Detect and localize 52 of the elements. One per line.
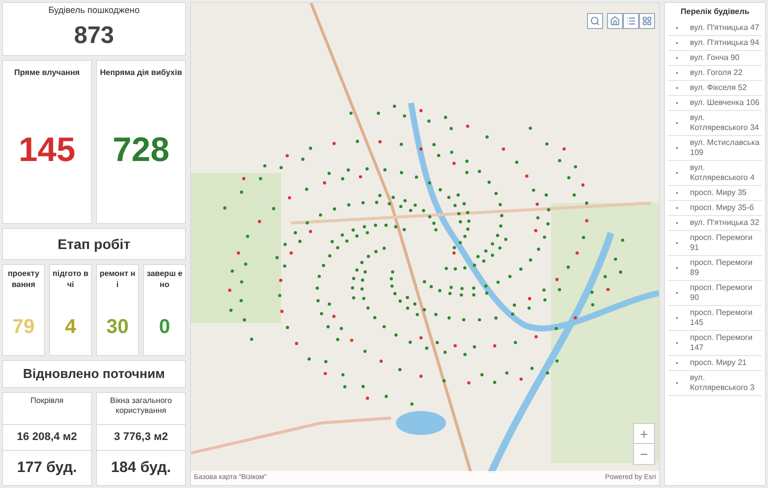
card-title: Непряма дія вибухів <box>100 67 182 79</box>
building-item[interactable]: просп. Перемоги 91 <box>668 231 762 256</box>
card-title: Пряме влучання <box>14 67 80 79</box>
building-item[interactable]: просп. Миру 35 <box>668 186 762 201</box>
stage-value: 0 <box>158 315 170 340</box>
building-item[interactable]: вул. Шевченка 106 <box>668 96 762 111</box>
stage-label: заверш ено <box>146 268 182 290</box>
home-button[interactable] <box>607 13 623 29</box>
zoom-in-button[interactable]: + <box>634 424 654 444</box>
stage-value: 79 <box>12 315 35 340</box>
building-item[interactable]: вул. П'ятницька 47 <box>668 21 762 36</box>
basemap-button[interactable] <box>639 13 655 29</box>
building-item[interactable]: просп. Перемоги 147 <box>668 331 762 356</box>
building-item[interactable]: вул. Котляревського 3 <box>668 371 762 396</box>
building-item[interactable]: вул. П'ятницька 32 <box>668 216 762 231</box>
building-item[interactable]: просп. Миру 35-б <box>668 201 762 216</box>
damage-value: 145 <box>18 130 76 171</box>
zoom-out-button[interactable]: − <box>634 444 654 464</box>
stage-value: 4 <box>64 315 76 340</box>
search-icon <box>590 16 600 26</box>
building-item[interactable]: просп. Перемоги 145 <box>668 306 762 331</box>
grid-icon <box>642 16 652 26</box>
building-item[interactable]: вул. Мстиславська 109 <box>668 136 762 161</box>
building-item[interactable]: просп. Перемоги 90 <box>668 281 762 306</box>
card-title: Будівель пошкоджено <box>48 4 140 18</box>
building-item[interactable]: просп. Перемоги 89 <box>668 256 762 281</box>
column-title: Вікна загального користування <box>109 396 173 417</box>
search-button[interactable] <box>587 13 603 29</box>
home-icon <box>610 16 620 26</box>
stage-label: проекту вання <box>6 268 40 290</box>
building-item[interactable]: вул. Гоголя 22 <box>668 66 762 81</box>
building-item[interactable]: вул. Котляревського 34 <box>668 111 762 136</box>
count-value: 177 буд. <box>17 458 77 478</box>
list-icon <box>626 16 636 26</box>
area-value: 3 776,3 м2 <box>114 430 168 446</box>
area-value: 16 208,4 м2 <box>16 430 78 446</box>
legend-button[interactable] <box>623 13 639 29</box>
count-value: 184 буд. <box>111 458 171 478</box>
building-item[interactable]: вул. Гонча 90 <box>668 51 762 66</box>
building-item[interactable]: вул. Котляревського 4 <box>668 161 762 186</box>
damage-value: 728 <box>112 130 170 171</box>
column-title: Покрівля <box>30 396 64 407</box>
panel-title: Перелік будівель <box>680 6 750 18</box>
card-title: Відновлено поточним <box>23 365 165 384</box>
building-item[interactable]: вул. П'ятницька 94 <box>668 36 762 51</box>
stage-label: підгото вчі <box>52 268 88 290</box>
building-item[interactable]: вул. Фікселя 52 <box>668 81 762 96</box>
stage-label: ремонт ні <box>100 268 136 290</box>
total-value: 873 <box>74 20 114 51</box>
building-item[interactable]: просп. Миру 21 <box>668 356 762 371</box>
card-title: Етап робіт <box>58 234 130 254</box>
stage-value: 30 <box>106 315 129 340</box>
